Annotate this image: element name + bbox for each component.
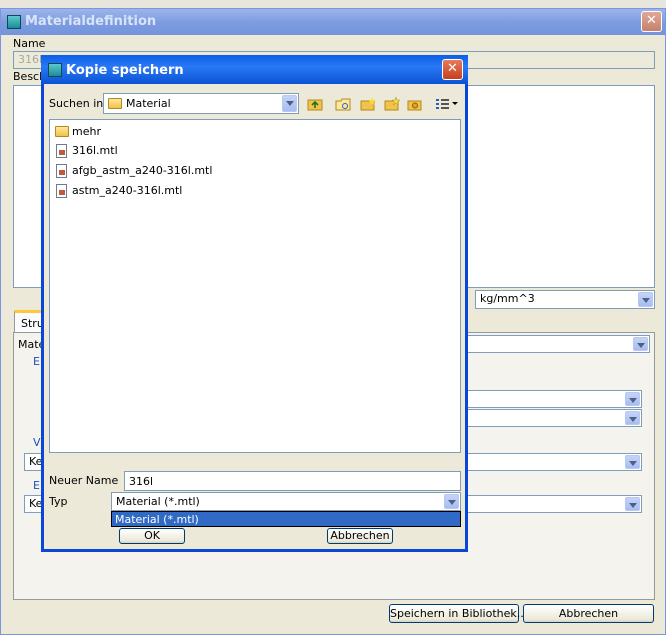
chevron-down-icon[interactable]: [625, 455, 640, 469]
type-combo[interactable]: Material (*.mtl): [111, 492, 461, 511]
dialog-close-button[interactable]: ✕: [442, 59, 463, 80]
new-folder-star-icon[interactable]: [384, 97, 400, 111]
save-to-library-button[interactable]: Speichern in Bibliothek...: [389, 604, 527, 623]
look-in-value: Material: [126, 97, 171, 110]
dialog-title: Kopie speichern: [66, 63, 184, 78]
favorites-folder-icon[interactable]: [407, 97, 423, 111]
type-dropdown-list[interactable]: Material (*.mtl): [111, 511, 461, 527]
ok-button[interactable]: OK: [119, 528, 185, 544]
folder-icon: [55, 126, 69, 137]
chevron-down-icon[interactable]: [638, 292, 653, 307]
file-list[interactable]: mehr 316l.mtl afgb_astm_a240-316l.mtl as…: [49, 119, 461, 453]
dialog-cancel-button[interactable]: Abbrechen: [327, 528, 393, 544]
parent-title: Materialdefinition: [25, 14, 157, 29]
section-e2-label: E: [33, 479, 40, 492]
list-item[interactable]: mehr: [54, 124, 354, 140]
new-folder-icon[interactable]: [360, 97, 376, 111]
section-v-label: V: [33, 436, 41, 449]
file-icon: [56, 144, 67, 158]
type-value: Material (*.mtl): [116, 495, 200, 508]
file-icon: [56, 184, 67, 198]
look-in-label: Suchen in: [49, 97, 104, 110]
section-e1-label: E: [33, 355, 40, 368]
type-option-selected[interactable]: Material (*.mtl): [112, 512, 460, 526]
look-in-combo[interactable]: Material: [103, 93, 299, 114]
unit-value: kg/mm^3: [480, 292, 535, 305]
browse-folder-icon[interactable]: [335, 97, 351, 111]
window-icon: [7, 15, 21, 29]
file-name: astm_a240-316l.mtl: [72, 184, 183, 197]
new-name-input[interactable]: 316l: [124, 471, 461, 491]
new-name-label: Neuer Name: [49, 474, 119, 487]
list-item[interactable]: astm_a240-316l.mtl: [54, 183, 354, 199]
dialog-titlebar[interactable]: Kopie speichern ✕: [41, 55, 468, 84]
chevron-down-icon[interactable]: [625, 411, 640, 425]
parent-close-button[interactable]: ✕: [641, 11, 662, 32]
parent-titlebar[interactable]: Materialdefinition ✕: [1, 9, 665, 35]
dialog-window-icon: [48, 63, 62, 77]
chevron-down-icon[interactable]: [633, 337, 648, 351]
chevron-down-icon[interactable]: [282, 95, 297, 112]
chevron-down-icon[interactable]: [625, 497, 640, 511]
view-menu-icon[interactable]: [434, 97, 460, 111]
combo-2[interactable]: [466, 409, 642, 427]
file-name: 316l.mtl: [72, 144, 118, 157]
chevron-down-icon[interactable]: [444, 494, 459, 509]
parent-cancel-button[interactable]: Abbrechen: [523, 604, 654, 623]
chevron-down-icon[interactable]: [625, 392, 640, 406]
up-folder-icon[interactable]: [307, 97, 323, 111]
type-label: Typ: [49, 495, 68, 508]
file-name: afgb_astm_a240-316l.mtl: [72, 164, 213, 177]
list-item[interactable]: afgb_astm_a240-316l.mtl: [54, 163, 354, 179]
combo-1[interactable]: [466, 390, 642, 408]
file-icon: [56, 164, 67, 178]
unit-combo[interactable]: kg/mm^3: [475, 290, 655, 309]
folder-icon: [108, 98, 122, 109]
name-label: Name: [13, 37, 46, 50]
file-name: mehr: [72, 125, 101, 138]
material-combo[interactable]: [466, 335, 650, 353]
list-item[interactable]: 316l.mtl: [54, 143, 354, 159]
